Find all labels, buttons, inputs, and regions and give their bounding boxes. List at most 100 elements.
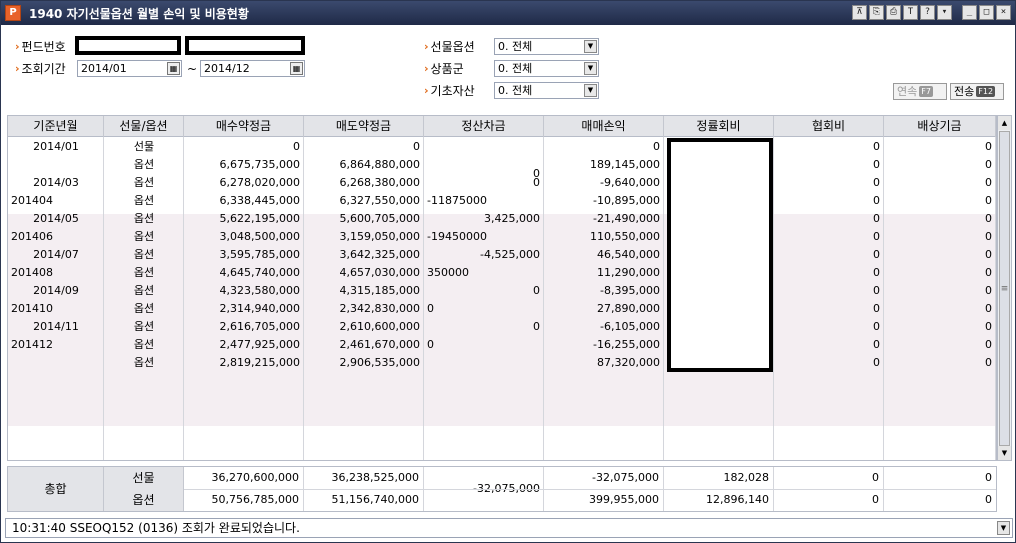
table-cell: 6,327,550,000 bbox=[339, 194, 420, 207]
table-cell: 0 bbox=[985, 248, 992, 261]
minimize-icon[interactable]: _ bbox=[962, 5, 977, 20]
table-cell: 옵션 bbox=[133, 338, 155, 351]
send-button[interactable]: 전송 F12 bbox=[950, 83, 1004, 100]
table-cell: 6,675,735,000 bbox=[219, 158, 300, 171]
chevron-down-icon[interactable]: ▼ bbox=[584, 84, 597, 97]
table-cell bbox=[8, 156, 104, 174]
table-cell: 3,595,785,000 bbox=[219, 248, 300, 261]
table-cell: 0 bbox=[873, 248, 880, 261]
table-cell: 4,315,185,000 bbox=[339, 284, 420, 297]
futopt-label: › 선물옵션 bbox=[424, 39, 475, 54]
chevron-down-icon[interactable]: ▼ bbox=[997, 521, 1010, 535]
table-cell: 0 bbox=[533, 284, 540, 297]
table-cell: 0 bbox=[873, 230, 880, 243]
close-icon[interactable]: × bbox=[996, 5, 1011, 20]
table-row[interactable]: 2014/09 옵션 4,323,580,000 4,315,185,000 0 -8,3… bbox=[8, 282, 996, 300]
totals-opt-label: 옵션 bbox=[104, 489, 184, 511]
column-header[interactable]: 매매손익 bbox=[544, 116, 664, 137]
table-cell: 6,278,020,000 bbox=[219, 176, 300, 189]
table-cell: 2014/09 bbox=[33, 284, 79, 297]
period-from-input[interactable]: 2014/01 ▦ bbox=[77, 60, 182, 77]
copy-icon[interactable]: ⎘ bbox=[869, 5, 884, 20]
table-row[interactable]: 2014/03 옵션 6,278,020,000 6,268,380,000 0 -9,6… bbox=[8, 174, 996, 192]
pin-icon[interactable]: ⊼ bbox=[852, 5, 867, 20]
table-cell: 46,540,000 bbox=[597, 248, 660, 261]
table-cell: 0 bbox=[293, 140, 300, 153]
column-header[interactable]: 매수약정금 bbox=[184, 116, 304, 137]
chevron-down-icon[interactable]: ▼ bbox=[584, 62, 597, 75]
dropdown-icon[interactable]: ▾ bbox=[937, 5, 952, 20]
table-row[interactable]: 201412 옵션 2,477,925,000 2,461,670,000 0 -16,2… bbox=[8, 336, 996, 354]
table-cell: 350000 bbox=[427, 266, 469, 279]
table-cell: 3,642,325,000 bbox=[339, 248, 420, 261]
table-row[interactable]: 옵션 2,819,215,000 2,906,535,000 87,320,000 0 0 bbox=[8, 354, 996, 372]
scroll-thumb[interactable]: ≡ bbox=[999, 131, 1010, 446]
table-cell: 0 bbox=[873, 266, 880, 279]
chevron-right-icon: › bbox=[15, 39, 20, 53]
table-cell: -9,640,000 bbox=[600, 176, 660, 189]
table-cell: 0 bbox=[653, 140, 660, 153]
futopt-select[interactable]: 0. 전체 ▼ bbox=[494, 38, 599, 55]
underlying-select[interactable]: 0. 전체 ▼ bbox=[494, 82, 599, 99]
table-row[interactable]: 201406 옵션 3,048,500,000 3,159,050,000 -19450… bbox=[8, 228, 996, 246]
totals-opt-pnl: 399,955,000 bbox=[544, 489, 664, 511]
table-cell: 0 bbox=[873, 320, 880, 333]
table-cell: 0 bbox=[985, 212, 992, 225]
table-row[interactable]: 2014/11 옵션 2,616,705,000 2,610,600,000 0 -6,1… bbox=[8, 318, 996, 336]
column-header[interactable]: 배상기금 bbox=[884, 116, 996, 137]
totals-fut-label: 선물 bbox=[104, 467, 184, 489]
table-cell: 87,320,000 bbox=[597, 356, 660, 369]
column-header[interactable]: 매도약정금 bbox=[304, 116, 424, 137]
table-cell: 0 bbox=[985, 320, 992, 333]
table-cell: 5,600,705,000 bbox=[339, 212, 420, 225]
table-row[interactable]: 201410 옵션 2,314,940,000 2,342,830,000 0 27,89… bbox=[8, 300, 996, 318]
product-select[interactable]: 0. 전체 ▼ bbox=[494, 60, 599, 77]
table-row[interactable]: 2014/07 옵션 3,595,785,000 3,642,325,000 -4,52… bbox=[8, 246, 996, 264]
table-row[interactable]: 201408 옵션 4,645,740,000 4,657,030,000 350000… bbox=[8, 264, 996, 282]
column-header[interactable]: 기준년월 bbox=[8, 116, 104, 137]
table-cell: 옵션 bbox=[133, 320, 155, 333]
table-row[interactable]: 옵션 6,675,735,000 6,864,880,000 0 189,145,000… bbox=[8, 156, 996, 180]
period-label: › 조회기간 bbox=[15, 61, 66, 76]
table-cell: 4,645,740,000 bbox=[219, 266, 300, 279]
column-header[interactable]: 선물/옵션 bbox=[104, 116, 184, 137]
table-cell: 옵션 bbox=[133, 266, 155, 279]
table-row[interactable]: 201404 옵션 6,338,445,000 6,327,550,000 -11875… bbox=[8, 192, 996, 210]
help-icon[interactable]: ? bbox=[920, 5, 935, 20]
scroll-down-icon[interactable]: ▼ bbox=[998, 446, 1011, 460]
grid-header: 기준년월 선물/옵션 매수약정금 매도약정금 정산차금 매매손익 정률회비 협회비 배상기금 bbox=[8, 116, 996, 137]
table-cell: 0 bbox=[873, 212, 880, 225]
title-bar: P 1940 자기선물옵션 월별 손익 및 비용현황 ⊼ ⎘ ⎙ T ? ▾ _… bbox=[1, 1, 1015, 25]
column-header[interactable]: 정산차금 bbox=[424, 116, 544, 137]
print-icon[interactable]: ⎙ bbox=[886, 5, 901, 20]
table-cell: 201406 bbox=[11, 230, 53, 243]
table-cell: 0 bbox=[533, 320, 540, 333]
maximize-icon[interactable]: □ bbox=[979, 5, 994, 20]
table-cell: 2014/11 bbox=[33, 320, 79, 333]
totals-fut-fee: 182,028 bbox=[664, 467, 774, 489]
table-cell: 0 bbox=[985, 284, 992, 297]
totals-opt-sell: 51,156,740,000 bbox=[304, 489, 424, 511]
table-row[interactable]: 2014/01 선물 0 0 0 0 0 bbox=[8, 138, 996, 156]
table-row[interactable]: 2014/05 옵션 5,622,195,000 5,600,705,000 3,425… bbox=[8, 210, 996, 228]
table-cell: 2014/03 bbox=[33, 176, 79, 189]
scroll-up-icon[interactable]: ▲ bbox=[998, 116, 1011, 130]
fund-no-input[interactable] bbox=[75, 36, 181, 55]
text-icon[interactable]: T bbox=[903, 5, 918, 20]
table-cell: 2,906,535,000 bbox=[339, 356, 420, 369]
column-header[interactable]: 정률회비 bbox=[664, 116, 774, 137]
column-header[interactable]: 협회비 bbox=[774, 116, 884, 137]
table-cell: 4,657,030,000 bbox=[339, 266, 420, 279]
totals-fut-sell: 36,238,525,000 bbox=[304, 467, 424, 489]
app-icon: P bbox=[5, 5, 21, 21]
vertical-scrollbar[interactable]: ▲ ≡ ▼ bbox=[997, 115, 1012, 461]
chevron-down-icon[interactable]: ▼ bbox=[584, 40, 597, 53]
calendar-icon[interactable]: ▦ bbox=[290, 62, 303, 75]
table-cell: 0 bbox=[985, 158, 992, 171]
table-cell: 0 bbox=[873, 194, 880, 207]
table-cell: 0 bbox=[873, 356, 880, 369]
continue-button[interactable]: 연속 F7 bbox=[893, 83, 947, 100]
calendar-icon[interactable]: ▦ bbox=[167, 62, 180, 75]
totals-opt-assoc: 0 bbox=[774, 489, 884, 511]
period-to-input[interactable]: 2014/12 ▦ bbox=[200, 60, 305, 77]
